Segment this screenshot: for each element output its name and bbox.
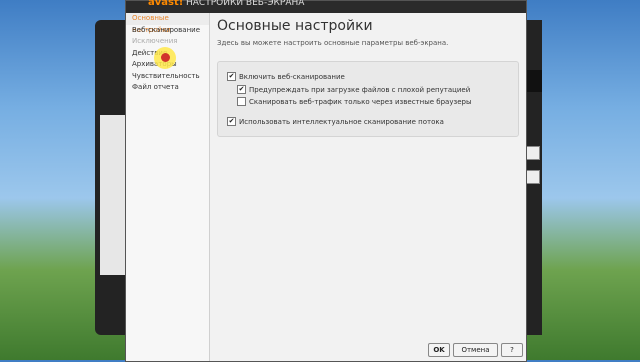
option-label: Включить веб-сканирование [239, 72, 345, 81]
settings-content: Основные настройки Здесь вы можете настр… [210, 13, 526, 361]
avast-logo: avast! [148, 0, 184, 8]
help-button[interactable]: ? [501, 343, 523, 357]
checkbox-checked-icon[interactable]: ✔ [237, 85, 246, 94]
checkbox-unchecked-icon[interactable] [237, 97, 246, 106]
option-label: Предупреждать при загрузке файлов с плох… [249, 85, 471, 94]
enable-web-scanning-option[interactable]: ✔ Включить веб-сканирование [227, 72, 345, 81]
settings-window: avast! НАСТРОЙКИ ВЕБ-ЭКРАНА Основные нас… [125, 0, 527, 362]
sidebar-item-report-file[interactable]: Файл отчета [126, 82, 209, 94]
page-subtitle: Здесь вы можете настроить основные парам… [217, 39, 449, 47]
sidebar-item-basic-settings[interactable]: Основные настройки [126, 13, 209, 34]
options-panel: ✔ Включить веб-сканирование ✔ Предупрежд… [217, 61, 519, 137]
option-label: Использовать интеллектуальное сканирован… [239, 117, 444, 126]
intelligent-stream-scanning-option[interactable]: ✔ Использовать интеллектуальное сканиров… [227, 117, 444, 126]
scan-known-browsers-option[interactable]: Сканировать веб-трафик только через изве… [237, 97, 471, 106]
checkbox-checked-icon[interactable]: ✔ [227, 117, 236, 126]
sidebar-item-web-scanning[interactable]: Веб-сканирование [126, 25, 209, 37]
sidebar-item-exclusions[interactable]: Исключения [126, 36, 209, 48]
checkbox-checked-icon[interactable]: ✔ [227, 72, 236, 81]
window-title: НАСТРОЙКИ ВЕБ-ЭКРАНА [186, 0, 305, 8]
ok-button[interactable]: OK [428, 343, 450, 357]
page-title: Основные настройки [217, 18, 373, 34]
cancel-button[interactable]: Отмена [453, 343, 498, 357]
background-app-panel [100, 115, 125, 275]
settings-sidebar: Основные настройки Веб-сканирование Искл… [126, 13, 210, 361]
sidebar-item-sensitivity[interactable]: Чувствительность [126, 71, 209, 83]
warn-bad-reputation-option[interactable]: ✔ Предупреждать при загрузке файлов с пл… [237, 85, 470, 94]
cursor-icon [161, 53, 170, 62]
option-label: Сканировать веб-трафик только через изве… [249, 97, 472, 106]
title-bar: avast! НАСТРОЙКИ ВЕБ-ЭКРАНА [126, 0, 526, 13]
